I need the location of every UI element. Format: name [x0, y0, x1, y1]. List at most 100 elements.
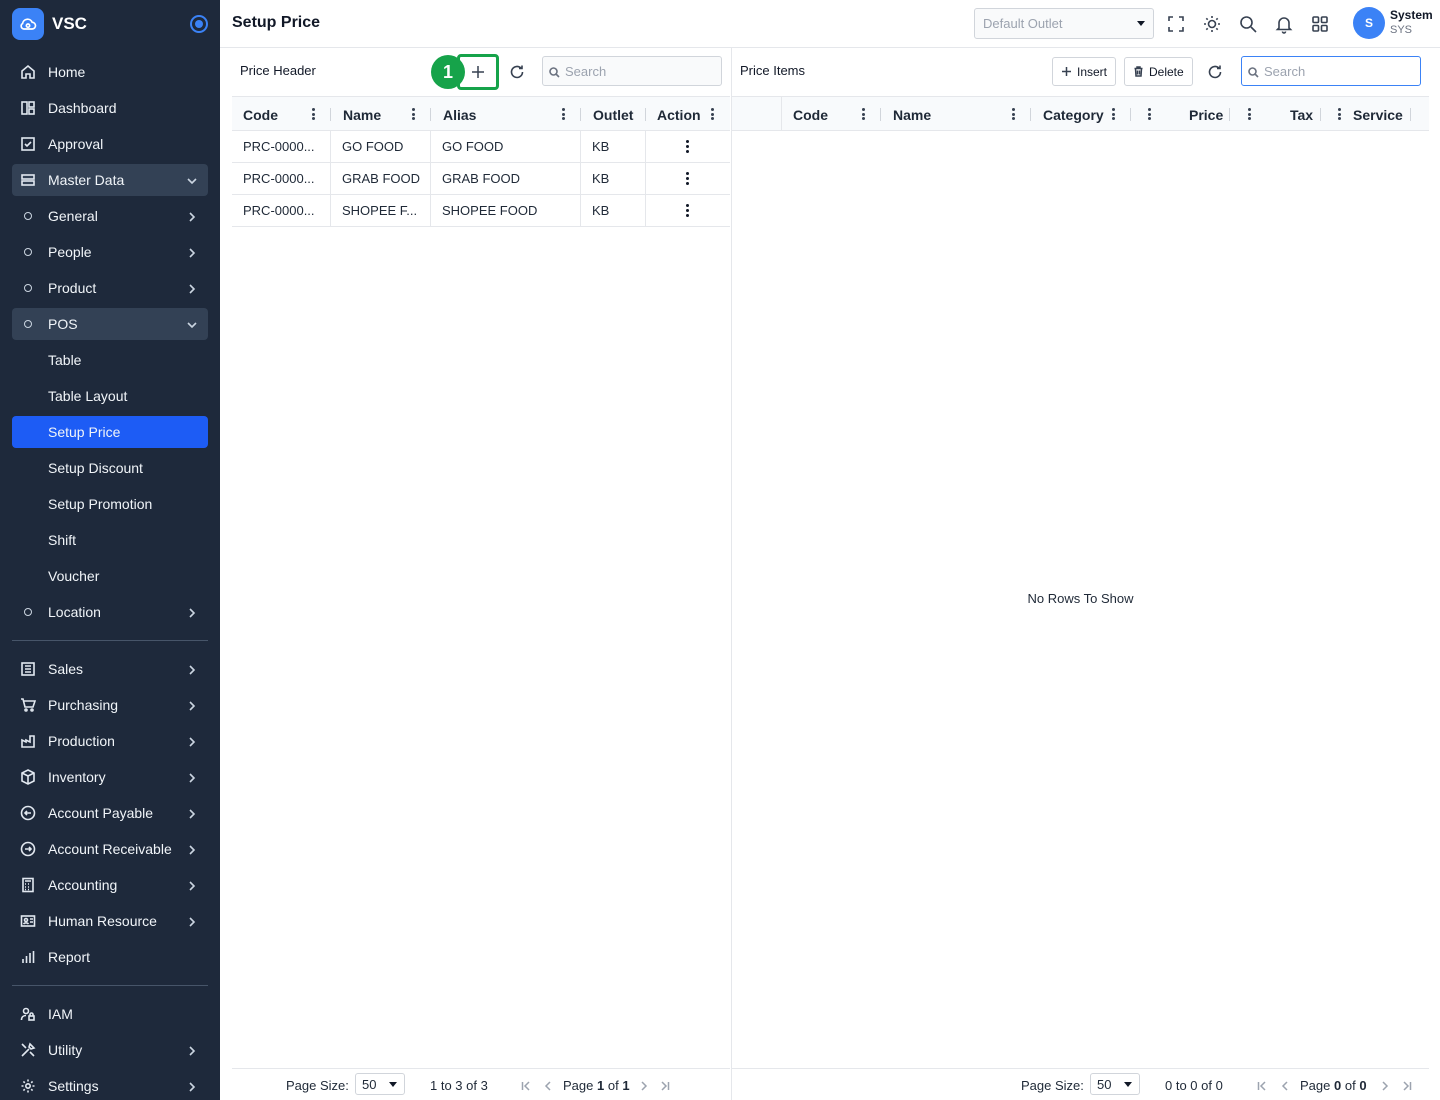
first-page-icon[interactable] — [1257, 1079, 1267, 1091]
price-header-search-input[interactable]: Search — [542, 56, 722, 86]
row-action-menu-icon[interactable] — [686, 140, 689, 154]
table-row[interactable]: PRC-0000... GRAB FOOD GRAB FOOD KB — [232, 163, 730, 195]
column-resize-handle[interactable] — [880, 108, 881, 121]
column-resize-handle[interactable] — [1320, 108, 1321, 121]
page-size-select[interactable]: 50 — [1090, 1073, 1140, 1095]
step-badge: 1 — [431, 55, 465, 89]
theme-sun-icon[interactable] — [1202, 14, 1222, 34]
sidebar-item-home[interactable]: Home — [12, 56, 208, 88]
delete-button[interactable]: Delete — [1124, 57, 1193, 86]
first-page-icon[interactable] — [521, 1079, 531, 1091]
sidebar-item-utility[interactable]: Utility — [12, 1034, 208, 1066]
search-icon[interactable] — [1238, 14, 1258, 34]
sidebar-item-product[interactable]: Product — [12, 272, 208, 304]
outlet-select[interactable]: Default Outlet — [974, 8, 1154, 39]
column-header-outlet[interactable]: Outlet — [593, 97, 633, 130]
column-menu-icon[interactable] — [711, 108, 714, 120]
total-pages: 1 — [622, 1078, 630, 1093]
column-resize-handle[interactable] — [430, 108, 431, 121]
sidebar-item-people[interactable]: People — [12, 236, 208, 268]
sidebar-item-location[interactable]: Location — [12, 596, 208, 628]
sidebar-item-iam[interactable]: IAM — [12, 998, 208, 1030]
sidebar-item-account-payable[interactable]: Account Payable — [12, 797, 208, 829]
refresh-icon[interactable] — [1206, 63, 1224, 81]
sidebar-toggle-icon[interactable] — [190, 15, 208, 33]
table-row[interactable]: PRC-0000... GO FOOD GO FOOD KB — [232, 131, 730, 163]
next-page-icon[interactable] — [639, 1079, 649, 1091]
column-header-code[interactable]: Code — [243, 97, 278, 130]
calculator-icon — [20, 877, 36, 893]
column-header-action[interactable]: Action — [657, 97, 701, 130]
sidebar-item-inventory[interactable]: Inventory — [12, 761, 208, 793]
row-action-menu-icon[interactable] — [686, 172, 689, 186]
last-page-icon[interactable] — [660, 1079, 670, 1091]
refresh-icon[interactable] — [508, 63, 526, 81]
column-menu-icon[interactable] — [1338, 108, 1341, 120]
column-resize-handle[interactable] — [580, 108, 581, 121]
column-resize-handle[interactable] — [330, 108, 331, 121]
column-menu-icon[interactable] — [1248, 108, 1251, 120]
column-menu-icon[interactable] — [1012, 108, 1015, 120]
sidebar-item-setup-price[interactable]: Setup Price — [12, 416, 208, 448]
column-header-tax[interactable]: Tax — [1290, 97, 1313, 130]
sidebar-item-sales[interactable]: Sales — [12, 653, 208, 685]
column-header-name[interactable]: Name — [343, 97, 381, 130]
apps-grid-icon[interactable] — [1310, 14, 1330, 34]
table-row[interactable]: PRC-0000... SHOPEE F... SHOPEE FOOD KB — [232, 195, 730, 227]
sidebar-item-shift[interactable]: Shift — [12, 524, 208, 556]
sidebar-item-setup-discount[interactable]: Setup Discount — [12, 452, 208, 484]
column-menu-icon[interactable] — [412, 108, 415, 120]
trash-icon — [1134, 66, 1143, 77]
column-resize-handle[interactable] — [1030, 108, 1031, 121]
column-header-name[interactable]: Name — [893, 97, 931, 130]
sidebar-item-dashboard[interactable]: Dashboard — [12, 92, 208, 124]
column-menu-icon[interactable] — [1148, 108, 1151, 120]
sidebar-item-pos[interactable]: POS — [12, 308, 208, 340]
column-header-price[interactable]: Price — [1189, 97, 1223, 130]
sidebar-item-purchasing[interactable]: Purchasing — [12, 689, 208, 721]
previous-page-icon[interactable] — [543, 1079, 553, 1091]
sidebar-item-label: Account Receivable — [48, 841, 172, 857]
sidebar-item-report[interactable]: Report — [12, 941, 208, 973]
sidebar-item-production[interactable]: Production — [12, 725, 208, 757]
avatar[interactable]: S — [1353, 7, 1385, 39]
sidebar-item-human-resource[interactable]: Human Resource — [12, 905, 208, 937]
sidebar-item-approval[interactable]: Approval — [12, 128, 208, 160]
cell-outlet: KB — [581, 131, 646, 162]
sidebar-item-voucher[interactable]: Voucher — [12, 560, 208, 592]
sidebar-item-table[interactable]: Table — [12, 344, 208, 376]
column-header-alias[interactable]: Alias — [443, 97, 476, 130]
sidebar-item-accounting[interactable]: Accounting — [12, 869, 208, 901]
price-items-search-input[interactable]: Search — [1241, 56, 1421, 86]
outlet-select-placeholder: Default Outlet — [983, 16, 1063, 31]
circle-icon — [24, 212, 32, 220]
row-action-menu-icon[interactable] — [686, 204, 689, 218]
column-resize-handle[interactable] — [1229, 108, 1230, 121]
sidebar-item-general[interactable]: General — [12, 200, 208, 232]
sidebar-item-label: Account Payable — [48, 805, 154, 821]
page-size-select[interactable]: 50 — [355, 1073, 405, 1095]
column-header-category[interactable]: Category — [1043, 97, 1104, 130]
insert-button[interactable]: Insert — [1052, 57, 1117, 86]
column-menu-icon[interactable] — [312, 108, 315, 120]
brand: VSC — [12, 7, 208, 41]
sidebar-item-table-layout[interactable]: Table Layout — [12, 380, 208, 412]
bell-icon[interactable] — [1274, 14, 1294, 34]
sidebar-item-settings[interactable]: Settings — [12, 1070, 208, 1100]
last-page-icon[interactable] — [1402, 1079, 1412, 1091]
column-menu-icon[interactable] — [1112, 108, 1115, 120]
column-resize-handle[interactable] — [1130, 108, 1131, 121]
next-page-icon[interactable] — [1380, 1079, 1390, 1091]
column-menu-icon[interactable] — [862, 108, 865, 120]
sidebar-item-account-receivable[interactable]: Account Receivable — [12, 833, 208, 865]
sidebar-item-setup-promotion[interactable]: Setup Promotion — [12, 488, 208, 520]
sidebar-item-master-data[interactable]: Master Data — [12, 164, 208, 196]
column-resize-handle[interactable] — [1410, 108, 1411, 121]
page-size-label: Page Size: — [1021, 1078, 1084, 1093]
column-header-service[interactable]: Service — [1353, 97, 1403, 130]
column-resize-handle[interactable] — [645, 108, 646, 121]
column-header-code[interactable]: Code — [793, 97, 828, 130]
column-menu-icon[interactable] — [562, 108, 565, 120]
previous-page-icon[interactable] — [1280, 1079, 1290, 1091]
fullscreen-icon[interactable] — [1166, 14, 1186, 34]
